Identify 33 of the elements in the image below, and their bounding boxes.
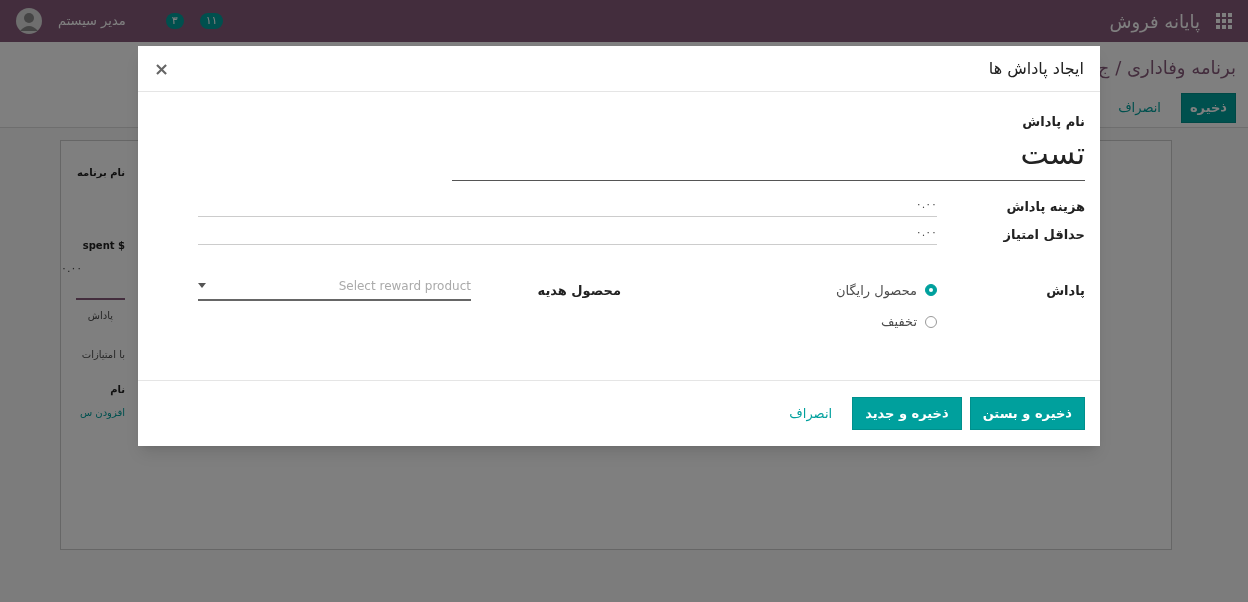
add-line-link[interactable]: افزودن س (79, 404, 125, 420)
field-label: حداقل امتیاز (1002, 226, 1085, 244)
number-input[interactable]: ۰.۰۰ (198, 220, 937, 245)
field-value: ۰.۰۰ (61, 261, 83, 277)
radio-icon[interactable] (925, 315, 937, 328)
radio-option[interactable]: تخفیف (881, 312, 937, 332)
close-button[interactable]: × (154, 55, 170, 82)
app-title: پایانه فروش (1109, 9, 1200, 35)
counter-badge[interactable]: ۳ (165, 12, 184, 30)
radio-icon[interactable] (925, 284, 937, 297)
product-select[interactable]: Select reward product (198, 276, 471, 301)
radio-option[interactable]: محصول رایگان (835, 280, 937, 300)
discard-link[interactable]: انصراف (1106, 93, 1173, 123)
avatar-icon[interactable] (16, 8, 42, 34)
field-label: $ spent (82, 239, 125, 253)
field-label: پاداش (1045, 281, 1085, 300)
action-button[interactable]: ذخیره و بستن (969, 396, 1085, 430)
app-menu-icon[interactable] (1216, 13, 1232, 29)
name-input[interactable]: تست (452, 131, 1085, 181)
field-label: هزینه پاداش (1005, 198, 1085, 216)
column-header: نام (110, 382, 125, 397)
field-label: محصول هدیه (536, 281, 621, 300)
dialog-title: ایجاد پاداش ها (988, 57, 1084, 81)
discard-link[interactable]: انصراف (777, 396, 845, 430)
counter-badge[interactable]: ۱۱ (199, 12, 224, 30)
action-button[interactable]: ذخیره و جدید (852, 396, 962, 430)
action-button[interactable]: ذخیره (1180, 93, 1236, 123)
caret-icon (198, 283, 206, 288)
user-name[interactable]: مدیر سیستم (58, 11, 126, 31)
field-label: نام برنامه (76, 166, 125, 180)
field-label: نام پاداش (1022, 113, 1085, 132)
number-input[interactable]: ۰.۰۰ (198, 192, 937, 217)
hint-text: با امتیازات (81, 347, 125, 362)
